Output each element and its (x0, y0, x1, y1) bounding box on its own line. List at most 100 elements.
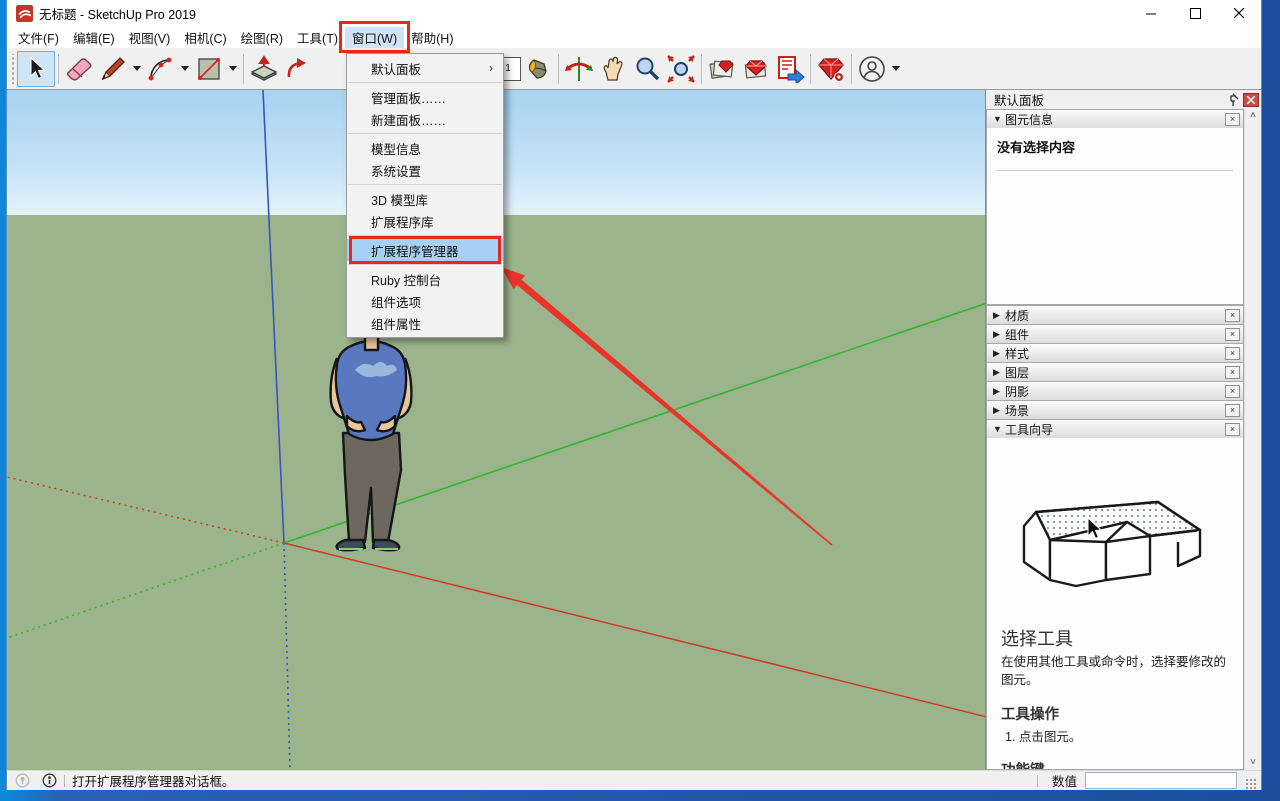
section-close-icon[interactable]: × (1225, 366, 1240, 379)
section-header-components[interactable]: ▶ 组件 × (986, 324, 1244, 343)
scroll-up-icon[interactable]: ˄ (1250, 111, 1256, 121)
section-header-scenes[interactable]: ▶ 场景 × (986, 400, 1244, 419)
toolbar-separator (701, 54, 702, 84)
geolocation-status-icon[interactable] (15, 773, 30, 788)
extension-warehouse-button-1[interactable] (705, 51, 739, 87)
section-header-shadows[interactable]: ▶ 阴影 × (986, 381, 1244, 400)
instructor-ops-step: 1. 点击图元。 (1001, 726, 1229, 745)
menu-item-manage-panels[interactable]: 管理面板…… (347, 86, 503, 108)
arc-tool-dropdown[interactable] (178, 51, 192, 87)
panel-sections: ▼ 图元信息 × 没有选择内容 ▶ 材质 × (986, 109, 1244, 770)
measurement-input[interactable] (1085, 772, 1237, 789)
expand-triangle-icon: ▶ (993, 310, 1005, 321)
expand-triangle-icon: ▶ (993, 405, 1005, 416)
menu-item-model-info[interactable]: 模型信息 (347, 137, 503, 159)
menu-item-default-panel[interactable]: 默认面板 › (347, 57, 503, 79)
menu-file[interactable]: 文件(F) (11, 27, 66, 48)
section-header-styles[interactable]: ▶ 样式 × (986, 343, 1244, 362)
instructor-title: 选择工具 (1001, 625, 1229, 651)
caret-down-icon (229, 66, 237, 71)
select-tool-button[interactable] (17, 51, 55, 87)
section-close-icon[interactable]: × (1225, 423, 1240, 436)
section-header-instructor[interactable]: ▼ 工具向导 × (986, 419, 1244, 438)
menu-view[interactable]: 视图(V) (122, 27, 178, 48)
instructor-illustration (1001, 466, 1229, 599)
extension-warehouse-button-2[interactable] (739, 51, 773, 87)
status-separator (1037, 775, 1038, 787)
account-button[interactable] (855, 51, 889, 87)
paint-bucket-tool-button[interactable] (521, 51, 555, 87)
section-header-layers[interactable]: ▶ 图层 × (986, 362, 1244, 381)
section-close-icon[interactable]: × (1225, 347, 1240, 360)
rectangle-tool-button[interactable] (192, 51, 226, 87)
scroll-down-icon[interactable]: ˅ (1250, 758, 1256, 768)
line-tool-button[interactable] (96, 51, 130, 87)
zoom-tool-button[interactable] (630, 51, 664, 87)
section-label: 样式 (1005, 345, 1029, 362)
menu-item-3d-warehouse[interactable]: 3D 模型库 (347, 188, 503, 210)
extension-manager-button[interactable] (814, 51, 848, 87)
section-label: 工具向导 (1005, 421, 1053, 438)
toolbar-separator (851, 54, 852, 84)
panel-scrollbar[interactable]: ˄ ˅ (1244, 109, 1261, 770)
credits-status-icon[interactable] (42, 773, 57, 788)
caret-down-icon (892, 66, 900, 71)
menu-edit[interactable]: 编辑(E) (66, 27, 122, 48)
menu-item-component-attributes[interactable]: 组件属性 (347, 312, 503, 334)
zoom-icon (634, 56, 660, 82)
rectangle-tool-dropdown[interactable] (226, 51, 240, 87)
ruby-gear-icon (816, 55, 846, 83)
blue-axis-solid (263, 90, 284, 543)
instructor-description: 在使用其他工具或命令时，选择要修改的图元。 (1001, 653, 1229, 689)
pan-hand-icon (600, 56, 626, 82)
section-label: 材质 (1005, 307, 1029, 324)
menu-window[interactable]: 窗口(W) (345, 27, 404, 48)
menu-item-new-panel[interactable]: 新建面板…… (347, 108, 503, 130)
menu-separator (348, 82, 502, 83)
paint-bucket-icon (524, 56, 552, 82)
menu-item-extension-manager[interactable]: 扩展程序管理器 (347, 239, 503, 261)
section-close-icon[interactable]: × (1225, 309, 1240, 322)
panel-body: ▼ 图元信息 × 没有选择内容 ▶ 材质 × (986, 109, 1261, 770)
send-to-layout-button[interactable] (773, 51, 807, 87)
entity-info-content: 没有选择内容 (986, 128, 1244, 305)
section-header-materials[interactable]: ▶ 材质 × (986, 305, 1244, 324)
toolbar-drag-handle[interactable] (9, 54, 17, 84)
resize-grip[interactable] (1245, 778, 1257, 790)
menu-item-ruby-console[interactable]: Ruby 控制台 (347, 268, 503, 290)
toolbar-separator (58, 54, 59, 84)
section-close-icon[interactable]: × (1225, 385, 1240, 398)
maximize-button[interactable] (1173, 0, 1217, 27)
menu-camera[interactable]: 相机(C) (177, 27, 233, 48)
pin-icon[interactable] (1225, 93, 1239, 107)
account-dropdown[interactable] (889, 51, 903, 87)
instructor-content: 选择工具 在使用其他工具或命令时，选择要修改的图元。 工具操作 1. 点击图元。… (986, 438, 1244, 770)
menu-draw[interactable]: 绘图(R) (234, 27, 290, 48)
collapse-triangle-icon: ▼ (993, 114, 1005, 124)
sketchup-logo-icon (16, 5, 33, 22)
section-close-icon[interactable]: × (1225, 404, 1240, 417)
menu-item-extension-warehouse[interactable]: 扩展程序库 (347, 210, 503, 232)
push-pull-tool-button[interactable] (247, 51, 281, 87)
minimize-button[interactable] (1129, 0, 1173, 27)
close-button[interactable] (1217, 0, 1261, 27)
arc-tool-button[interactable] (144, 51, 178, 87)
eraser-tool-button[interactable] (62, 51, 96, 87)
follow-me-tool-button[interactable] (281, 51, 315, 87)
line-tool-dropdown[interactable] (130, 51, 144, 87)
arc-icon (147, 56, 175, 82)
menu-help[interactable]: 帮助(H) (404, 27, 460, 48)
menu-tools[interactable]: 工具(T) (290, 27, 345, 48)
section-header-entity-info[interactable]: ▼ 图元信息 × (986, 109, 1244, 128)
menu-item-component-options[interactable]: 组件选项 (347, 290, 503, 312)
section-close-icon[interactable]: × (1225, 113, 1240, 126)
zoom-extents-button[interactable] (664, 51, 698, 87)
pan-tool-button[interactable] (596, 51, 630, 87)
orbit-icon (564, 55, 594, 83)
menu-item-preferences[interactable]: 系统设置 (347, 159, 503, 181)
panel-close-button[interactable] (1243, 93, 1259, 107)
orbit-tool-button[interactable] (562, 51, 596, 87)
window-title: 无标题 - SketchUp Pro 2019 (39, 4, 196, 23)
section-close-icon[interactable]: × (1225, 328, 1240, 341)
section-label: 阴影 (1005, 383, 1029, 400)
